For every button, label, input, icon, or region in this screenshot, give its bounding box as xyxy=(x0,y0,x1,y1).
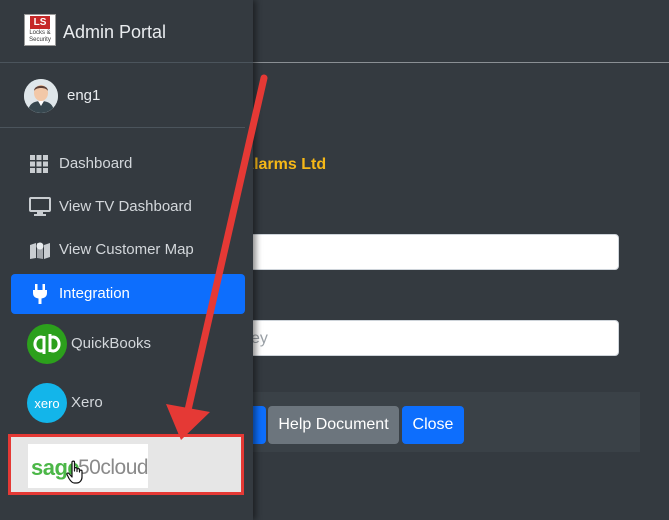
sub-item-xero[interactable]: xero Xero xyxy=(11,377,245,429)
hand-pointer-icon xyxy=(66,460,83,484)
xero-logo-text: xero xyxy=(34,396,59,411)
user-name: eng1 xyxy=(67,87,101,104)
sidebar: LS Locks & Security Admin Portal eng1 Da… xyxy=(0,0,253,520)
monitor-icon xyxy=(29,197,51,217)
close-button[interactable]: Close xyxy=(402,406,464,444)
plug-icon xyxy=(29,284,51,304)
quickbooks-logo-icon xyxy=(27,324,67,364)
xero-logo-icon: xero xyxy=(27,383,67,423)
brand-title: Admin Portal xyxy=(63,22,167,42)
sub-item-sage-50cloud[interactable]: sage 50cloud xyxy=(8,434,244,495)
nav-label: Xero xyxy=(71,394,103,411)
nav-label: QuickBooks xyxy=(71,335,152,352)
sub-item-quickbooks[interactable]: QuickBooks xyxy=(11,318,245,370)
nav-item-dashboard[interactable]: Dashboard xyxy=(11,144,245,184)
sage-50cloud-logo: sage 50cloud xyxy=(28,444,149,488)
user-panel[interactable]: eng1 xyxy=(0,63,245,128)
nav-item-integration[interactable]: Integration xyxy=(11,274,245,314)
nav-item-customer-map[interactable]: View Customer Map xyxy=(11,230,245,270)
brand-link[interactable]: LS Locks & Security Admin Portal xyxy=(0,0,253,63)
logo-mark: LS xyxy=(30,16,50,29)
nav-label: View Customer Map xyxy=(59,241,194,258)
logo-subtext: Locks & Security xyxy=(29,30,51,43)
grid-icon xyxy=(29,154,51,174)
nav-label: Integration xyxy=(59,285,130,302)
nav-item-tv-dashboard[interactable]: View TV Dashboard xyxy=(11,187,245,227)
nav-label: View TV Dashboard xyxy=(59,198,192,215)
sage-logo-suffix: 50cloud xyxy=(78,456,149,479)
map-icon xyxy=(29,240,51,260)
help-document-button[interactable]: Help Document xyxy=(268,406,399,444)
avatar xyxy=(24,79,58,113)
brand-logo: LS Locks & Security xyxy=(24,14,56,46)
nav-label: Dashboard xyxy=(59,155,133,172)
